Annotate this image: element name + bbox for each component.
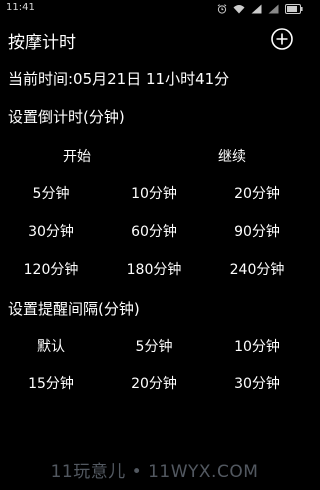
countdown-option-180[interactable]: 180分钟 [109, 259, 199, 279]
add-button[interactable] [270, 27, 294, 51]
app-bar: 按摩计时 [0, 22, 309, 56]
continue-button[interactable]: 继续 [187, 146, 277, 166]
reminder-option-15[interactable]: 15分钟 [6, 373, 96, 393]
countdown-heading: 设置倒计时(分钟) [8, 108, 125, 126]
reminder-option-20[interactable]: 20分钟 [109, 373, 199, 393]
reminder-option-10[interactable]: 10分钟 [212, 336, 302, 356]
reminder-heading: 设置提醒间隔(分钟) [8, 300, 140, 318]
countdown-option-5[interactable]: 5分钟 [6, 183, 96, 203]
reminder-option-5[interactable]: 5分钟 [109, 336, 199, 356]
status-bar: 11:41 [0, 0, 309, 18]
status-icons [217, 3, 303, 15]
reminder-option-30[interactable]: 30分钟 [212, 373, 302, 393]
countdown-option-90[interactable]: 90分钟 [212, 221, 302, 241]
wifi-icon [233, 5, 245, 14]
status-time: 11:41 [6, 2, 35, 13]
countdown-option-20[interactable]: 20分钟 [212, 183, 302, 203]
current-time: 当前时间:05月21日 11小时41分 [8, 70, 230, 88]
reminder-option-default[interactable]: 默认 [6, 336, 96, 356]
countdown-option-30[interactable]: 30分钟 [6, 221, 96, 241]
start-button[interactable]: 开始 [32, 146, 122, 166]
countdown-option-10[interactable]: 10分钟 [109, 183, 199, 203]
alarm-icon [217, 4, 227, 14]
countdown-option-120[interactable]: 120分钟 [6, 259, 96, 279]
countdown-option-60[interactable]: 60分钟 [109, 221, 199, 241]
plus-circle-icon [271, 28, 293, 50]
signal-icon [251, 4, 262, 14]
watermark: 11玩意儿 • 11WYX.COM [50, 462, 259, 482]
app-title: 按摩计时 [8, 33, 76, 53]
battery-icon [285, 4, 303, 14]
countdown-option-240[interactable]: 240分钟 [212, 259, 302, 279]
signal-icon [268, 4, 279, 14]
